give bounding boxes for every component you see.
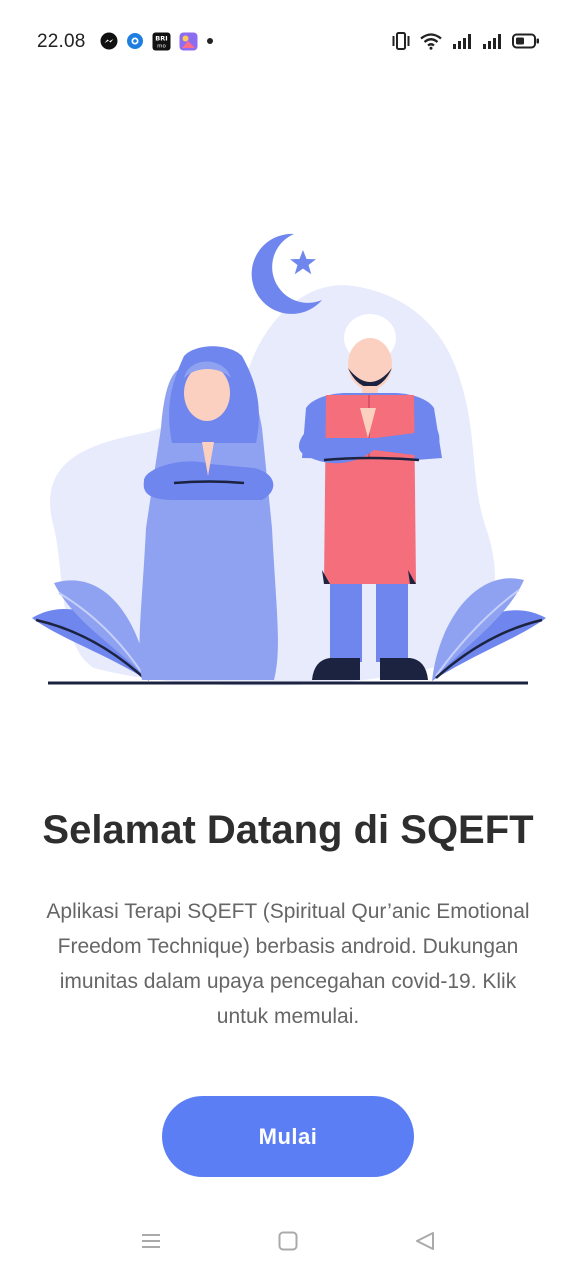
signal-icon xyxy=(452,33,472,49)
gallery-icon xyxy=(179,32,198,51)
dot-icon xyxy=(206,37,214,45)
system-icons xyxy=(392,31,540,51)
brimo-icon: BRI mo xyxy=(152,32,171,51)
messenger-icon xyxy=(100,32,118,50)
woman-figure xyxy=(139,346,278,680)
battery-icon xyxy=(512,33,540,49)
welcome-title: Selamat Datang di SQEFT xyxy=(42,808,534,852)
menu-icon[interactable] xyxy=(141,1231,161,1251)
app-notification-icon xyxy=(126,32,144,50)
svg-text:mo: mo xyxy=(157,43,166,49)
signal-icon xyxy=(482,33,502,49)
svg-text:BRI: BRI xyxy=(155,34,167,42)
vibrate-icon xyxy=(392,31,410,51)
status-time: 22.08 xyxy=(37,31,86,52)
start-button[interactable]: Mulai xyxy=(162,1096,414,1177)
welcome-description: Aplikasi Terapi SQEFT (Spiritual Qur’ani… xyxy=(46,900,530,1028)
system-nav-bar xyxy=(0,1205,576,1280)
status-bar: 22.08 BRI mo xyxy=(0,0,576,84)
star-icon xyxy=(290,250,316,275)
wifi-icon xyxy=(420,32,442,50)
home-icon[interactable] xyxy=(278,1231,298,1251)
welcome-illustration xyxy=(24,228,554,690)
notification-icons: BRI mo xyxy=(100,31,214,51)
back-icon[interactable] xyxy=(415,1231,435,1251)
